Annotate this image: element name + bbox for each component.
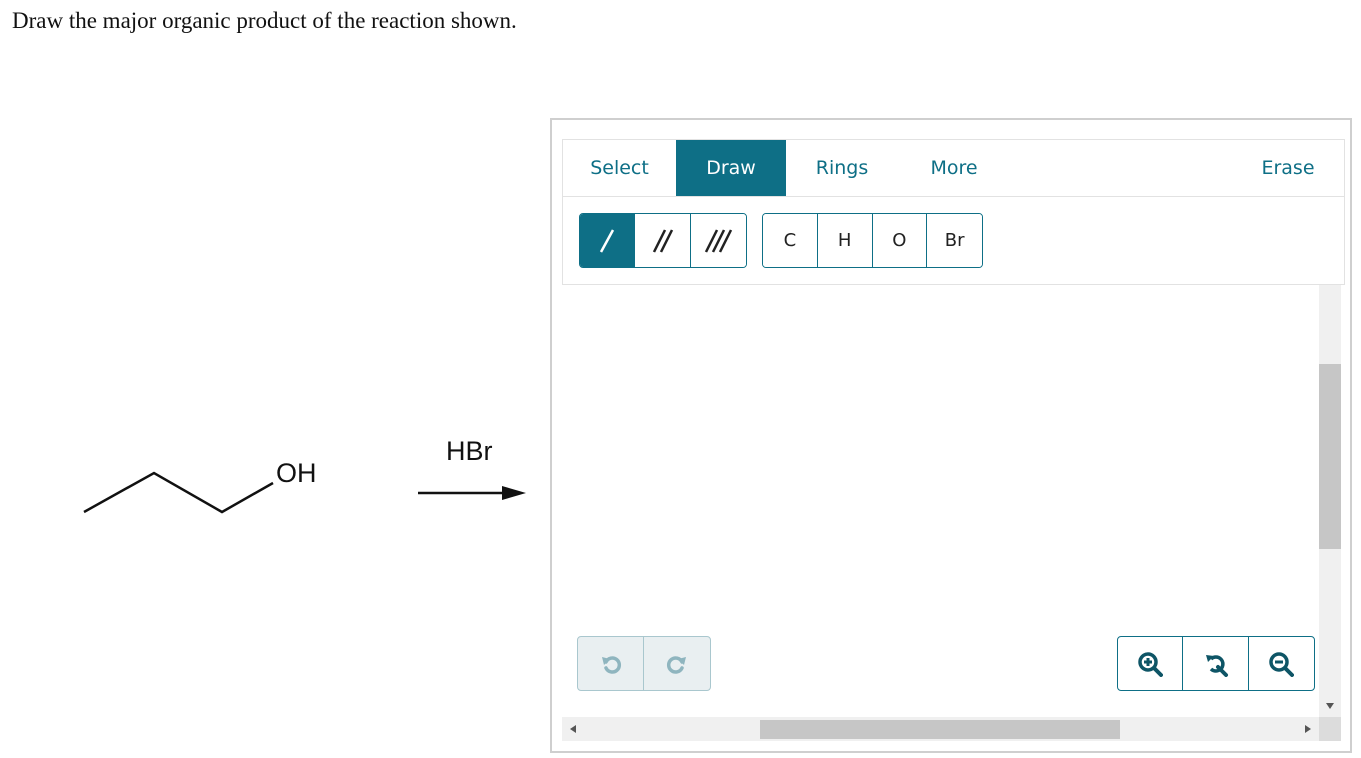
zoom-out-button[interactable] (1249, 637, 1314, 690)
triangle-left-icon (570, 725, 576, 733)
undo-button[interactable] (578, 637, 644, 690)
bond-tool-group (579, 213, 747, 268)
zoom-in-button[interactable] (1118, 637, 1184, 690)
scrollbar-corner (1319, 717, 1341, 741)
reaction-arrow (418, 486, 526, 500)
scroll-down-button[interactable] (1319, 695, 1341, 717)
scroll-left-button[interactable] (562, 717, 584, 741)
horizontal-scrollbar[interactable] (562, 717, 1319, 741)
hydroxyl-label: OH (276, 458, 317, 488)
question-text: Draw the major organic product of the re… (12, 8, 517, 33)
undo-icon (601, 655, 621, 674)
tab-erase[interactable]: Erase (1232, 140, 1344, 196)
single-bond-button[interactable] (580, 214, 636, 267)
zoom-reset-icon (1205, 654, 1228, 677)
vertical-scroll-thumb[interactable] (1319, 364, 1341, 549)
atom-button-o[interactable]: O (872, 214, 928, 267)
reactant-molecule: OH (80, 440, 340, 530)
tab-more[interactable]: More (898, 140, 1010, 196)
vertical-scrollbar[interactable] (1319, 285, 1341, 717)
reactant-skeleton: OH (83, 458, 317, 514)
structure-editor: Select Draw Rings More Erase C H O Br (550, 118, 1352, 753)
triangle-down-icon (1326, 703, 1334, 709)
triple-bond-icon (705, 228, 733, 253)
reagent-label: HBr (446, 436, 493, 466)
tab-rings[interactable]: Rings (786, 140, 898, 196)
zoom-button-group (1117, 636, 1315, 691)
scroll-right-button[interactable] (1297, 717, 1319, 741)
zoom-out-icon (1269, 651, 1295, 677)
tab-draw[interactable]: Draw (676, 140, 786, 196)
redo-button[interactable] (644, 637, 710, 690)
atom-button-h[interactable]: H (817, 214, 873, 267)
history-button-group (577, 636, 711, 691)
single-bond-icon (600, 228, 615, 253)
editor-toolbar: Select Draw Rings More Erase C H O Br (562, 139, 1345, 285)
zoom-in-icon (1138, 651, 1164, 677)
tab-select[interactable]: Select (563, 140, 676, 196)
atom-button-c[interactable]: C (763, 214, 818, 267)
redo-icon (666, 655, 686, 674)
editor-tabs: Select Draw Rings More Erase (563, 140, 1344, 197)
double-bond-button[interactable] (635, 214, 691, 267)
triangle-right-icon (1305, 725, 1311, 733)
atom-button-br[interactable]: Br (927, 214, 982, 267)
zoom-reset-button[interactable] (1183, 637, 1249, 690)
atom-tool-group: C H O Br (762, 213, 983, 268)
triple-bond-button[interactable] (690, 214, 746, 267)
horizontal-scroll-thumb[interactable] (760, 720, 1120, 739)
double-bond-icon (652, 228, 673, 253)
